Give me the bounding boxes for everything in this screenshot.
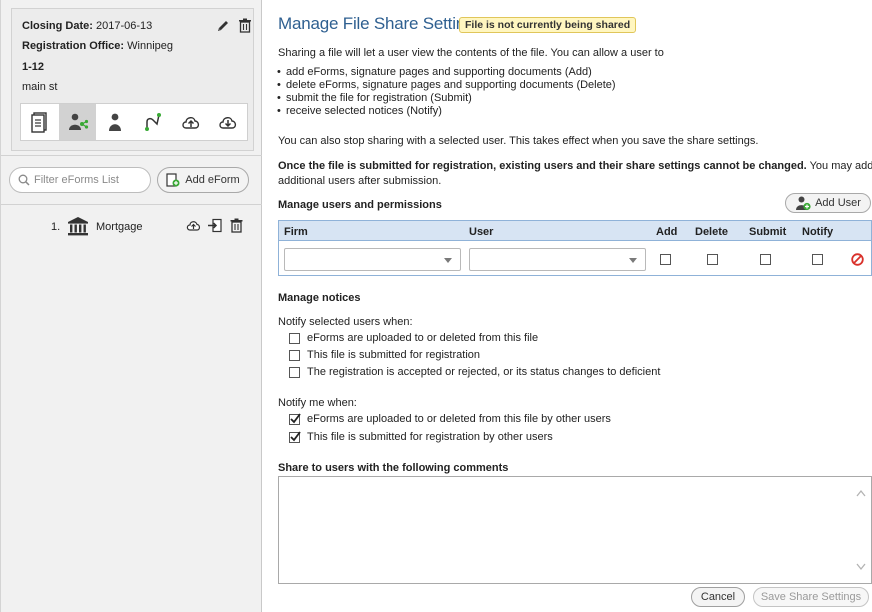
- add-eform-label: Add eForm: [185, 174, 240, 186]
- column-header-delete: Delete: [695, 226, 729, 238]
- eform-name: Mortgage: [96, 221, 143, 233]
- search-icon: [18, 174, 30, 186]
- cancel-button[interactable]: Cancel: [691, 587, 745, 607]
- share-tab[interactable]: [58, 104, 97, 140]
- firm-select[interactable]: [284, 248, 461, 271]
- cloud-download-icon: [219, 117, 237, 129]
- routing-icon: [144, 113, 161, 131]
- cloud-upload-icon[interactable]: [186, 218, 201, 233]
- checkmark-icon: [290, 413, 301, 424]
- cloud-upload-icon: [181, 117, 199, 129]
- person-icon: [109, 113, 122, 131]
- scroll-up-icon[interactable]: [856, 489, 866, 497]
- bullet-item: submit the file for registration (Submit…: [277, 92, 472, 104]
- person-tab[interactable]: [96, 104, 134, 140]
- intro-text: Sharing a file will let a user view the …: [278, 47, 664, 59]
- save-share-settings-button[interactable]: Save Share Settings: [753, 587, 869, 607]
- divider: [1, 155, 262, 156]
- stop-sharing-text: You can also stop sharing with a selecte…: [278, 135, 759, 147]
- notify-me-label: Notify me when:: [278, 397, 357, 409]
- column-header-notify: Notify: [802, 226, 834, 238]
- share-settings-panel: Manage File Share Settings File is not c…: [263, 0, 872, 612]
- registration-office: Registration Office: Winnipeg: [22, 40, 173, 52]
- remove-icon[interactable]: [851, 253, 864, 266]
- add-eform-button[interactable]: Add eForm: [157, 167, 249, 193]
- add-document-icon: [166, 173, 180, 187]
- scroll-down-icon[interactable]: [856, 563, 866, 571]
- notice-checkbox[interactable]: [289, 367, 300, 378]
- delete-permission-checkbox[interactable]: [707, 254, 718, 265]
- chevron-down-icon: [444, 258, 452, 263]
- page-title: Manage File Share Settings: [278, 14, 483, 33]
- notice-checkbox[interactable]: [289, 333, 300, 344]
- documents-tab[interactable]: [21, 104, 59, 140]
- routing-tab[interactable]: [134, 104, 172, 140]
- closing-date: Closing Date: 2017-06-13: [22, 20, 153, 32]
- add-permission-checkbox[interactable]: [660, 254, 671, 265]
- file-summary: Closing Date: 2017-06-13 Registration Of…: [11, 8, 254, 151]
- eform-number: 1.: [51, 221, 61, 233]
- column-header-firm: Firm: [284, 226, 308, 238]
- trash-icon[interactable]: [238, 18, 252, 33]
- file-toolbar: [20, 103, 248, 141]
- add-user-label: Add User: [815, 197, 861, 209]
- chevron-down-icon: [629, 258, 637, 263]
- notify-me-checkbox[interactable]: [289, 413, 301, 425]
- column-header-user: User: [469, 226, 494, 238]
- trash-icon[interactable]: [229, 218, 244, 233]
- notify-selected-label: Notify selected users when:: [278, 316, 413, 328]
- user-select[interactable]: [469, 248, 646, 271]
- import-icon[interactable]: [207, 218, 222, 233]
- lot-number: 1-12: [22, 61, 45, 73]
- divider: [1, 204, 262, 205]
- column-header-submit: Submit: [749, 226, 787, 238]
- checkmark-icon: [290, 431, 301, 442]
- eform-list-item[interactable]: 1. Mortgage: [1, 212, 262, 240]
- bullet-item: delete eForms, signature pages and suppo…: [277, 79, 616, 91]
- street-address: main st: [22, 81, 58, 93]
- status-badge: File is not currently being shared: [459, 17, 637, 33]
- comments-textarea[interactable]: [278, 476, 872, 584]
- notify-me-checkbox[interactable]: [289, 431, 301, 443]
- submit-permission-checkbox[interactable]: [760, 254, 771, 265]
- bullet-item: add eForms, signature pages and supporti…: [277, 66, 592, 78]
- notice-checkbox[interactable]: [289, 350, 300, 361]
- add-user-icon: [796, 196, 811, 211]
- share-users-icon: [68, 113, 88, 130]
- comments-heading: Share to users with the following commen…: [278, 462, 509, 474]
- notices-heading: Manage notices: [278, 292, 361, 304]
- warning-text-line2: additional users after submission.: [278, 175, 442, 187]
- bank-icon: [68, 217, 88, 236]
- add-user-button[interactable]: Add User: [785, 193, 871, 213]
- table-header: Firm User Add Delete Submit Notify: [279, 221, 871, 241]
- document-icon: [31, 112, 47, 133]
- notify-permission-checkbox[interactable]: [812, 254, 823, 265]
- warning-text: Once the file is submitted for registrat…: [278, 160, 872, 172]
- upload-tab[interactable]: [172, 104, 210, 140]
- filter-eforms-input[interactable]: Filter eForms List: [9, 167, 151, 193]
- pencil-icon[interactable]: [216, 19, 230, 33]
- bullet-item: receive selected notices (Notify): [277, 105, 442, 117]
- column-header-add: Add: [656, 226, 678, 238]
- permissions-table: Firm User Add Delete Submit Notify: [278, 220, 872, 276]
- file-sidebar: Closing Date: 2017-06-13 Registration Of…: [0, 0, 262, 612]
- download-tab[interactable]: [209, 104, 247, 140]
- permissions-heading: Manage users and permissions: [278, 199, 442, 211]
- filter-placeholder: Filter eForms List: [34, 174, 119, 186]
